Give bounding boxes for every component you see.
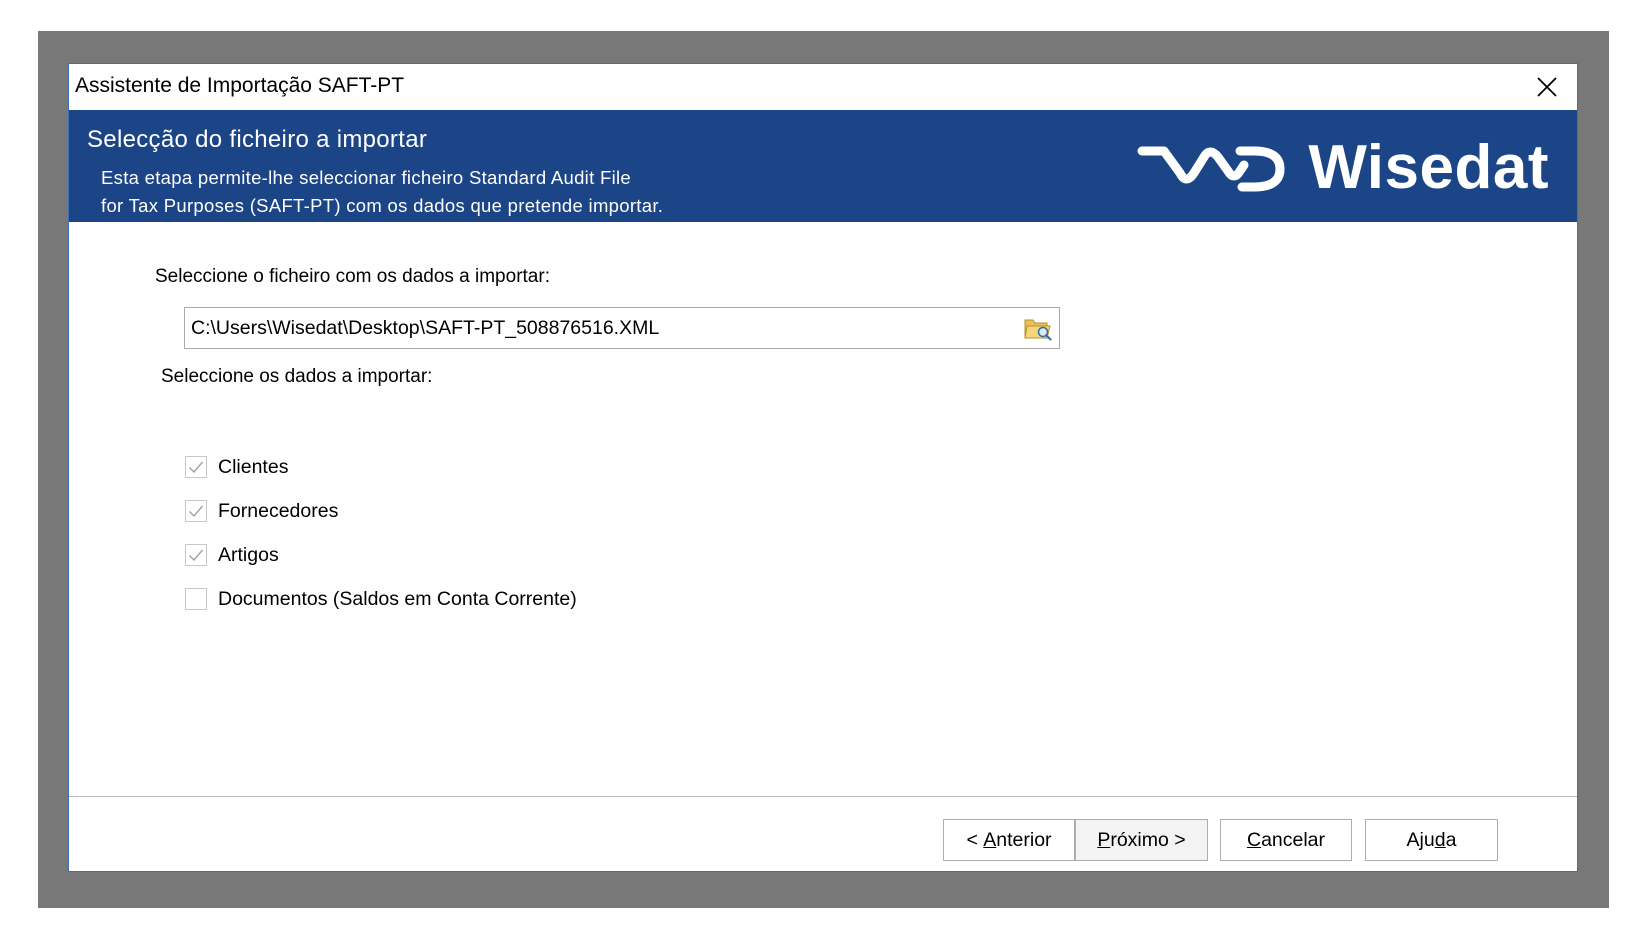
import-wizard-dialog: Assistente de Importação SAFT-PT Selecçã… (68, 63, 1578, 872)
next-button-accel: P (1097, 828, 1111, 851)
cancel-button-accel: C (1246, 828, 1262, 851)
wizard-content: Seleccione o ficheiro com os dados a imp… (69, 222, 1577, 797)
wizard-header: Selecção do ficheiro a importar Esta eta… (69, 110, 1577, 222)
checkbox-row-clientes[interactable]: Clientes (185, 454, 288, 480)
step-description-line-1: Esta etapa permite-lhe seleccionar fiche… (101, 167, 631, 188)
previous-button-accel: A (983, 828, 997, 851)
previous-button-label: nterior (996, 828, 1052, 851)
title-bar[interactable]: Assistente de Importação SAFT-PT (69, 64, 1577, 110)
previous-button[interactable]: < Anterior (943, 819, 1075, 861)
file-path-field[interactable] (184, 307, 1060, 349)
help-button[interactable]: Aju d a (1365, 819, 1498, 861)
step-description-line-2: for Tax Purposes (SAFT-PT) com os dados … (101, 195, 664, 216)
checkbox-label-documentos: Documentos (Saldos em Conta Corrente) (218, 587, 577, 610)
help-button-accel: d (1434, 828, 1446, 851)
previous-button-prefix: < (966, 828, 984, 851)
checkbox-row-fornecedores[interactable]: Fornecedores (185, 498, 338, 524)
step-title: Selecção do ficheiro a importar (87, 126, 428, 153)
wisedat-logo-mark-icon (1137, 146, 1285, 192)
data-select-label: Seleccione os dados a importar: (161, 366, 433, 387)
checkbox-clientes[interactable] (185, 456, 207, 478)
checkbox-fornecedores[interactable] (185, 500, 207, 522)
file-path-input[interactable] (191, 308, 991, 348)
close-icon (1537, 77, 1557, 97)
check-mark-icon (189, 549, 204, 562)
wisedat-logo: Wisedat (1136, 133, 1549, 202)
checkbox-row-artigos[interactable]: Artigos (185, 542, 279, 568)
checkbox-row-documentos[interactable]: Documentos (Saldos em Conta Corrente) (185, 586, 577, 612)
next-button[interactable]: Próximo > (1075, 819, 1208, 861)
checkbox-label-artigos: Artigos (218, 543, 279, 566)
checkbox-artigos[interactable] (185, 544, 207, 566)
check-mark-icon (189, 461, 204, 474)
wisedat-logo-text: Wisedat (1308, 133, 1549, 202)
window-title: Assistente de Importação SAFT-PT (75, 74, 405, 97)
checkbox-label-clientes: Clientes (218, 455, 289, 478)
next-button-label: róximo > (1110, 828, 1186, 851)
cancel-button-label: ancelar (1261, 828, 1326, 851)
close-button[interactable] (1517, 64, 1577, 110)
checkbox-label-fornecedores: Fornecedores (218, 499, 339, 522)
checkbox-documentos[interactable] (185, 588, 207, 610)
help-button-label-end: a (1445, 828, 1457, 851)
footer-separator (69, 796, 1577, 797)
help-button-label-start: Aju (1406, 828, 1435, 851)
file-select-label: Seleccione o ficheiro com os dados a imp… (155, 266, 550, 287)
cancel-button[interactable]: Cancelar (1220, 819, 1352, 861)
folder-search-icon[interactable] (1023, 314, 1053, 342)
step-description: Esta etapa permite-lhe seleccionar fiche… (101, 164, 663, 220)
check-mark-icon (189, 505, 204, 518)
